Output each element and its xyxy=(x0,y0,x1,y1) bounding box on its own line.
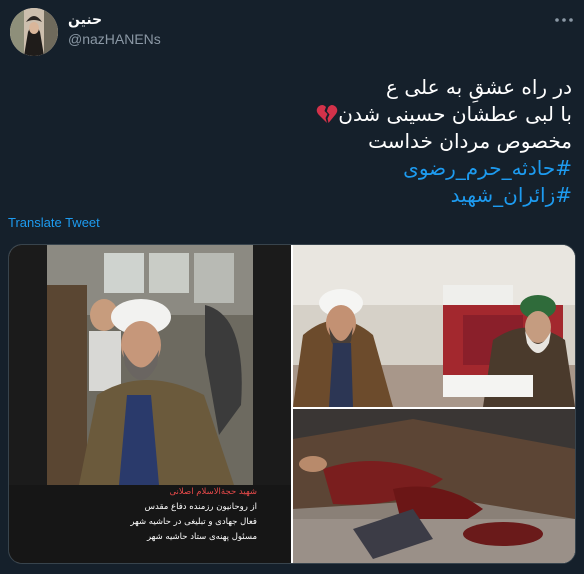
more-icon[interactable] xyxy=(552,8,576,32)
avatar[interactable] xyxy=(10,8,58,56)
translate-tweet-link[interactable]: Translate Tweet xyxy=(8,215,100,230)
caption-line: فعال جهادی و تبلیغی در حاشیه شهر xyxy=(130,517,257,527)
tweet-line-2: با لبی عطشان حسینی شدن xyxy=(12,101,572,128)
hashtag-link[interactable]: #زائران_شهید xyxy=(12,182,572,209)
media-photo-bottom-right[interactable] xyxy=(293,409,575,563)
media-photo-left[interactable]: شهید حجةالاسلام اصلانی از روحانیون رزمند… xyxy=(9,245,291,563)
broken-heart-icon xyxy=(316,104,338,124)
tweet-line-2-text: با لبی عطشان حسینی شدن xyxy=(338,102,572,126)
avatar-image xyxy=(10,8,58,56)
author-handle[interactable]: @nazHANENs xyxy=(68,31,161,47)
caption-line: مسئول پهنه‌ی ستاد حاشیه شهر xyxy=(146,532,257,542)
tweet-line-1: در راه عشقِ به علی ع xyxy=(386,75,572,99)
tweet-text: در راه عشقِ به علی ع با لبی عطشان حسینی … xyxy=(12,74,572,209)
photo-scene xyxy=(293,409,575,563)
media-caption: شهید حجةالاسلام اصلانی از روحانیون رزمند… xyxy=(9,485,291,563)
media-photo-top-right[interactable] xyxy=(293,245,575,407)
hashtag-link[interactable]: #حادثه_حرم_رضوی xyxy=(12,155,572,182)
tweet-line-3: مخصوص مردان خداست xyxy=(368,129,572,153)
caption-title: شهید حجةالاسلام اصلانی xyxy=(169,487,257,497)
photo-meeting xyxy=(293,245,575,407)
tweet-media[interactable]: شهید حجةالاسلام اصلانی از روحانیون رزمند… xyxy=(8,244,576,564)
caption-line: از روحانیون رزمنده دفاع مقدس xyxy=(144,502,257,512)
author-name[interactable]: حنین xyxy=(68,12,102,28)
